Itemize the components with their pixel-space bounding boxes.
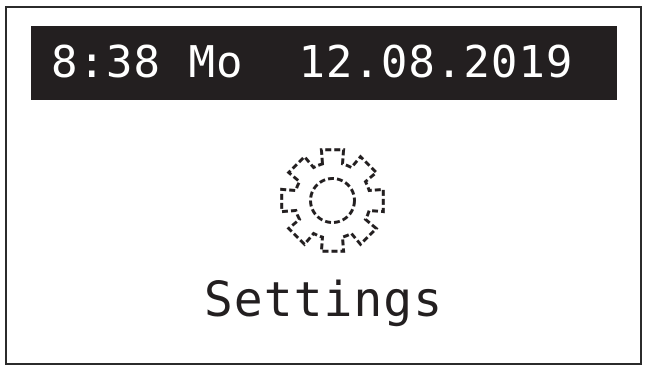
date: 12.08.2019: [298, 37, 574, 88]
menu-item-label: Settings: [203, 272, 444, 328]
status-text: 8:38 Mo 12.08.2019: [51, 26, 573, 100]
status-bar: 8:38 Mo 12.08.2019: [31, 26, 617, 100]
gear-icon: [280, 148, 385, 253]
clock-time: 8:38: [51, 37, 161, 88]
weekday: Mo: [188, 37, 244, 88]
lcd-screen: 8:38 Mo 12.08.2019 Settings: [5, 6, 642, 365]
